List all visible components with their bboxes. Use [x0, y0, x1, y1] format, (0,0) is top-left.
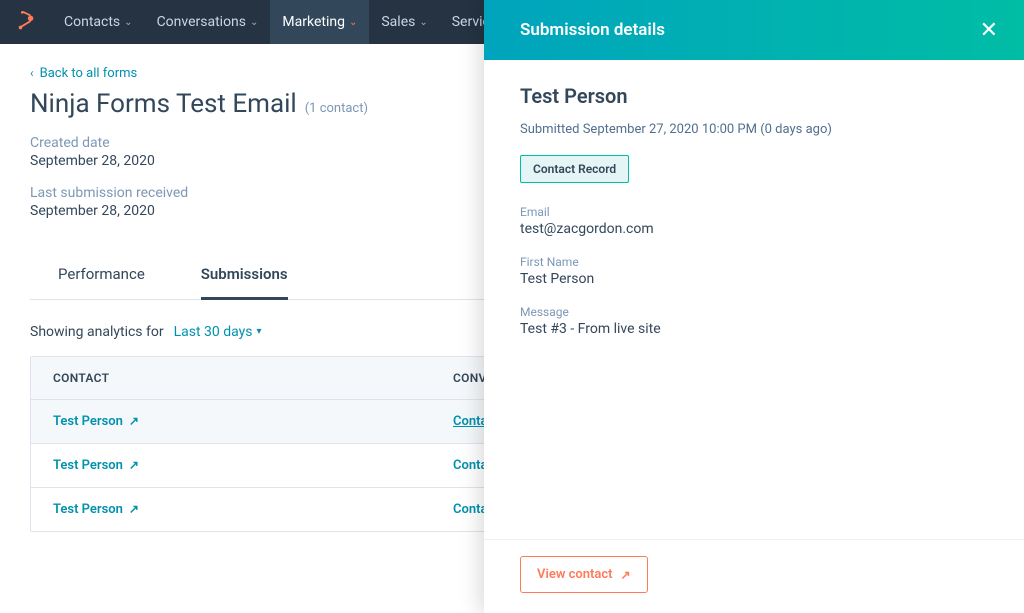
- chevron-down-icon: ⌄: [419, 17, 427, 28]
- drawer-title: Submission details: [520, 20, 974, 40]
- nav-marketing[interactable]: Marketing⌄: [270, 0, 369, 44]
- chevron-down-icon: ▾: [257, 326, 262, 337]
- chevron-left-icon: ‹: [30, 66, 34, 80]
- external-link-icon: ↗: [621, 568, 631, 582]
- drawer-header: Submission details ✕: [484, 0, 1024, 60]
- tab-submissions[interactable]: Submissions: [201, 255, 288, 300]
- external-link-icon: ↗: [129, 502, 139, 516]
- external-link-icon: ↗: [129, 414, 139, 428]
- chevron-down-icon: ⌄: [349, 17, 357, 28]
- external-link-icon: ↗: [129, 458, 139, 472]
- chevron-down-icon: ⌄: [250, 17, 258, 28]
- close-icon[interactable]: ✕: [974, 14, 1004, 47]
- tab-performance[interactable]: Performance: [58, 255, 145, 299]
- drawer-body: Test Person Submitted September 27, 2020…: [484, 60, 1024, 539]
- contact-record-button[interactable]: Contact Record: [520, 155, 629, 183]
- nav-conversations[interactable]: Conversations⌄: [145, 0, 271, 44]
- contact-link[interactable]: Test Person ↗: [53, 502, 139, 517]
- field-first-name: First Name Test Person: [520, 255, 988, 287]
- contact-count: (1 contact): [305, 101, 368, 116]
- chevron-down-icon: ⌄: [124, 17, 132, 28]
- date-range-dropdown[interactable]: Last 30 days ▾: [174, 324, 262, 340]
- hubspot-logo-icon[interactable]: [12, 8, 40, 36]
- nav-sales[interactable]: Sales⌄: [369, 0, 439, 44]
- drawer-footer: View contact ↗: [484, 539, 1024, 613]
- view-contact-button[interactable]: View contact ↗: [520, 556, 648, 593]
- field-message: Message Test #3 - From live site: [520, 305, 988, 337]
- contact-link[interactable]: Test Person ↗: [53, 458, 139, 473]
- field-email: Email test@zacgordon.com: [520, 205, 988, 237]
- submission-contact-name: Test Person: [520, 84, 988, 108]
- nav-contacts[interactable]: Contacts⌄: [52, 0, 145, 44]
- submission-timestamp: Submitted September 27, 2020 10:00 PM (0…: [520, 122, 988, 137]
- column-contact[interactable]: Contact: [31, 357, 431, 399]
- submission-details-drawer: Submission details ✕ Test Person Submitt…: [484, 0, 1024, 613]
- back-to-forms-link[interactable]: ‹ Back to all forms: [30, 66, 137, 81]
- contact-link[interactable]: Test Person ↗: [53, 414, 139, 429]
